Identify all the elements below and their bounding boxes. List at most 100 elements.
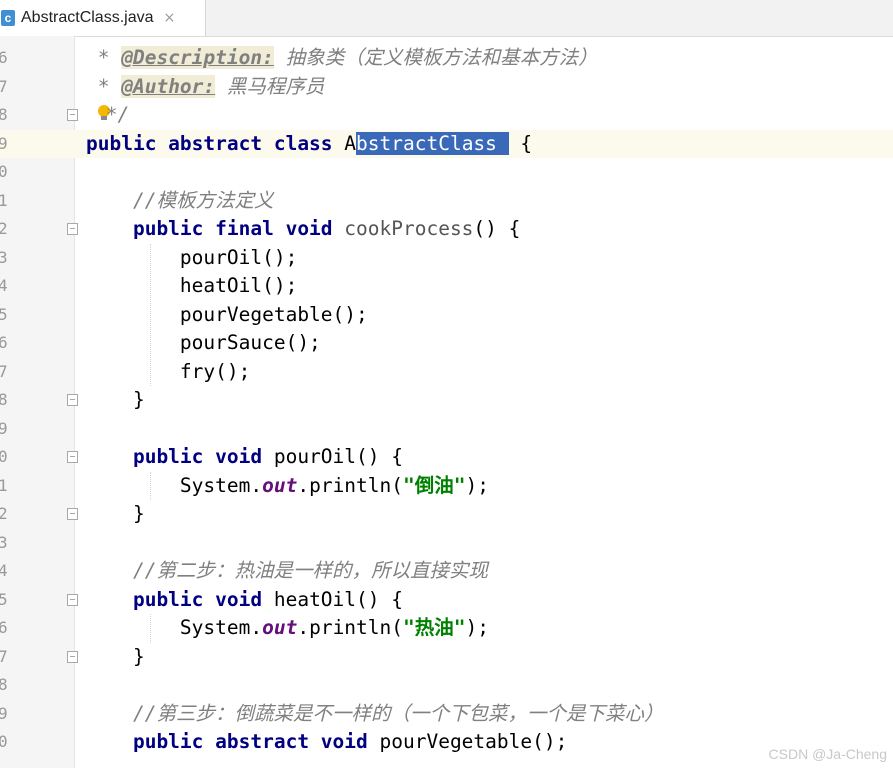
fold-marker-icon[interactable] xyxy=(67,451,78,463)
code-line[interactable]: 4 heatOil(); xyxy=(0,272,893,301)
code-token: bstractClass xyxy=(356,131,509,155)
indent-guide xyxy=(150,243,151,386)
tab-abstractclass-java[interactable]: c AbstractClass.java × xyxy=(0,0,206,36)
code-token: //第三步：倒蔬菜是不一样的（一个下包菜，一个是下菜心） xyxy=(86,701,664,725)
indent-guide xyxy=(150,471,151,500)
code-text: * @Description: 抽象类（定义模板方法和基本方法） xyxy=(86,46,598,70)
code-token: out xyxy=(262,473,298,497)
code-line[interactable]: 1 System.out.println("倒油"); xyxy=(0,472,893,501)
line-number: 7 xyxy=(0,646,8,666)
code-token: "倒油" xyxy=(403,473,466,497)
code-line[interactable]: 4 //第二步：热油是一样的，所以直接实现 xyxy=(0,557,893,586)
code-token: System. xyxy=(86,616,263,639)
code-line[interactable]: 1 //模板方法定义 xyxy=(0,187,893,216)
code-token: 黑马程序员 xyxy=(215,74,325,98)
code-line[interactable]: 7 } xyxy=(0,643,893,672)
line-number: 0 xyxy=(0,447,8,466)
line-number: 1 xyxy=(0,475,8,495)
line-number: 5 xyxy=(0,589,8,609)
code-token: public void xyxy=(86,587,274,611)
code-text: pourOil(); xyxy=(86,246,297,270)
code-text: //第二步：热油是一样的，所以直接实现 xyxy=(86,559,488,583)
code-token: "热油" xyxy=(403,616,466,639)
code-line[interactable]: 0 public void pourOil() { xyxy=(0,443,893,472)
code-line[interactable]: 2 public final void cookProcess() { xyxy=(0,215,893,244)
editor-tab-bar: c AbstractClass.java × xyxy=(0,0,893,37)
code-line[interactable]: 6 pourSauce(); xyxy=(0,329,893,358)
line-number: 2 xyxy=(0,219,8,238)
code-text: //第三步：倒蔬菜是不一样的（一个下包菜，一个是下菜心） xyxy=(86,701,664,726)
fold-marker-icon[interactable] xyxy=(67,650,78,663)
code-token: pourSauce(); xyxy=(86,331,321,354)
code-text: * @Author: 黑马程序员 xyxy=(86,74,325,99)
code-line[interactable]: 2 } xyxy=(0,500,893,529)
code-token: cookProcess xyxy=(344,217,474,240)
code-token: ); xyxy=(465,473,489,497)
code-token: heatOil(); xyxy=(86,274,298,297)
code-text: pourSauce(); xyxy=(86,331,321,355)
line-number: 9 xyxy=(0,703,8,723)
line-number: 7 xyxy=(0,76,8,96)
code-line[interactable]: 6 * @Description: 抽象类（定义模板方法和基本方法） xyxy=(0,44,893,73)
code-text: System.out.println("倒油"); xyxy=(86,474,489,498)
code-text: public void pourOil() { xyxy=(86,445,403,469)
code-token: .println( xyxy=(297,473,404,497)
code-token: * xyxy=(86,46,122,69)
code-line[interactable]: 7 * @Author: 黑马程序员 xyxy=(0,73,893,102)
code-line[interactable]: 9 public abstract class AbstractClass { xyxy=(0,129,893,158)
code-line[interactable]: 8 } xyxy=(0,386,893,415)
code-token: } xyxy=(86,644,145,668)
fold-marker-icon[interactable] xyxy=(67,593,78,606)
fold-marker-icon[interactable] xyxy=(67,223,78,235)
code-text: heatOil(); xyxy=(86,274,297,298)
line-number: 4 xyxy=(0,276,8,295)
fold-marker-icon[interactable] xyxy=(67,508,78,520)
code-line[interactable]: 5 public void heatOil() { xyxy=(0,586,893,615)
code-line[interactable]: 0 xyxy=(0,158,893,187)
fold-marker-icon[interactable] xyxy=(67,394,78,406)
line-number: 6 xyxy=(0,48,8,67)
code-text: } xyxy=(86,502,145,526)
code-token: } xyxy=(86,388,145,411)
code-token: pourOil() { xyxy=(273,445,403,468)
line-number: 6 xyxy=(0,618,8,637)
code-line[interactable]: 9 xyxy=(0,415,893,444)
line-number: 9 xyxy=(0,418,8,438)
tab-title: AbstractClass.java xyxy=(21,9,154,26)
code-token: A xyxy=(344,131,357,155)
code-line[interactable]: 8 xyxy=(0,671,893,700)
code-token: pourOil(); xyxy=(86,245,298,269)
line-number: 1 xyxy=(0,190,8,210)
code-token: pourVegetable(); xyxy=(86,302,368,326)
code-line[interactable]: 3 xyxy=(0,529,893,558)
code-token: 抽象类（定义模板方法和基本方法） xyxy=(273,46,598,69)
line-number: 8 xyxy=(0,675,8,694)
java-class-icon: c xyxy=(1,10,15,26)
indent-guide xyxy=(150,614,151,643)
line-number: 9 xyxy=(0,133,8,153)
code-line[interactable]: 5 pourVegetable(); xyxy=(0,301,893,330)
code-line[interactable]: 8 */ xyxy=(0,101,893,130)
code-line[interactable]: 0 public abstract void pourVegetable(); xyxy=(0,728,893,757)
code-line[interactable]: 3 pourOil(); xyxy=(0,244,893,273)
code-token: public void xyxy=(86,445,274,468)
line-number: 4 xyxy=(0,561,8,580)
watermark: CSDN @Ja-Cheng xyxy=(768,746,887,762)
fold-marker-icon[interactable] xyxy=(67,109,78,121)
code-text: */ xyxy=(94,103,130,127)
code-token: //第二步：热油是一样的，所以直接实现 xyxy=(86,559,488,582)
line-number: 0 xyxy=(0,162,8,181)
code-line[interactable]: 6 System.out.println("热油"); xyxy=(0,614,893,643)
code-line[interactable]: 9 //第三步：倒蔬菜是不一样的（一个下包菜，一个是下菜心） xyxy=(0,700,893,729)
code-token: */ xyxy=(94,103,130,126)
code-text: System.out.println("热油"); xyxy=(86,616,489,640)
code-token: } xyxy=(86,502,145,525)
code-text: //模板方法定义 xyxy=(86,189,274,213)
code-token: * xyxy=(86,74,122,98)
close-icon[interactable]: × xyxy=(164,10,176,26)
code-text: public void heatOil() { xyxy=(86,588,403,612)
line-number: 6 xyxy=(0,333,8,352)
code-line[interactable]: 7 fry(); xyxy=(0,358,893,387)
code-token: System. xyxy=(86,473,263,497)
code-editor[interactable]: 6 * @Description: 抽象类（定义模板方法和基本方法） 7 * @A… xyxy=(0,36,893,768)
